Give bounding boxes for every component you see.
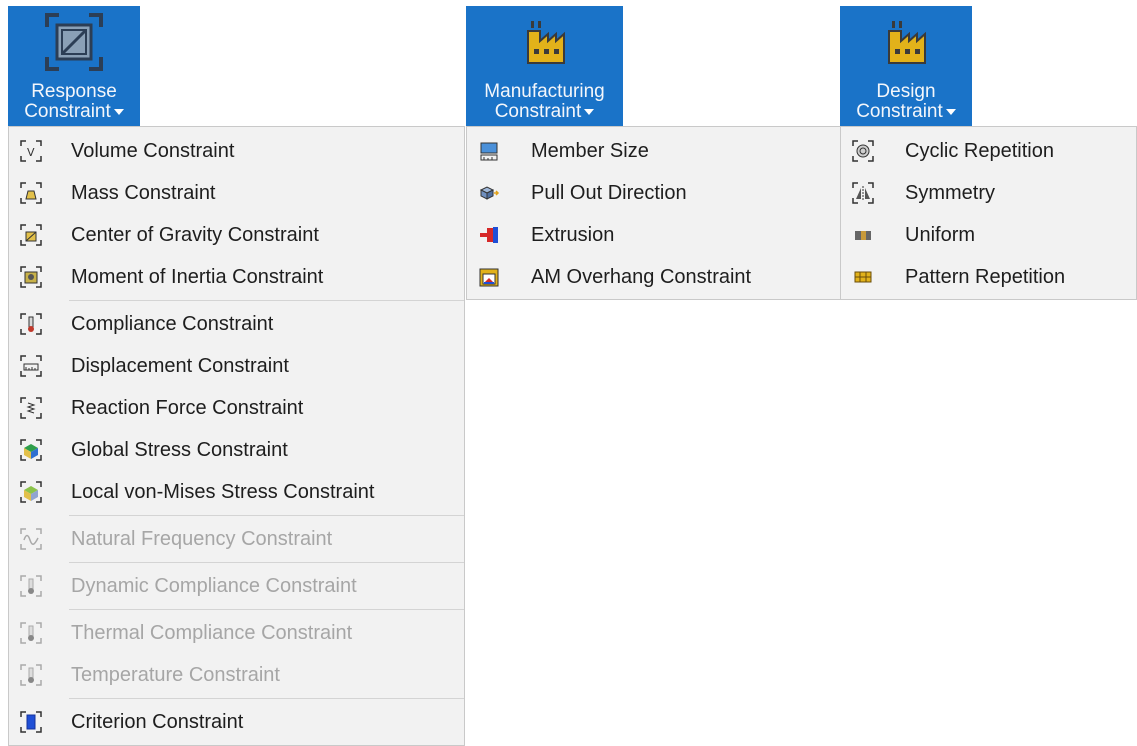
menu-item-compliance[interactable]: Compliance Constraint (9, 303, 464, 345)
manufacturing-constraint-label: Manufacturing Constraint (484, 81, 605, 122)
menu-separator (69, 609, 464, 610)
uniform-icon (851, 223, 875, 247)
manufacturing-constraint-button[interactable]: Manufacturing Constraint (466, 6, 623, 126)
menu-item-dynamic-compliance: Dynamic Compliance Constraint (9, 565, 464, 607)
center-of-gravity-icon (19, 223, 43, 247)
global-stress-icon (19, 438, 43, 462)
criterion-icon (19, 710, 43, 734)
chevron-down-icon (945, 108, 956, 115)
menu-item-mass-constraint[interactable]: Mass Constraint (9, 172, 464, 214)
menu-separator (69, 300, 464, 301)
menu-item-reaction-force[interactable]: Reaction Force Constraint (9, 387, 464, 429)
local-stress-icon (19, 480, 43, 504)
dynamic-compliance-icon (19, 574, 43, 598)
volume-icon: V (19, 139, 43, 163)
menu-item-uniform[interactable]: Uniform (841, 214, 1136, 256)
cyclic-repetition-icon (851, 139, 875, 163)
menu-item-cyclic-repetition[interactable]: Cyclic Repetition (841, 130, 1136, 172)
design-constraint-label: Design Constraint (856, 82, 956, 122)
response-constraint-label: Response Constraint (24, 82, 124, 122)
menu-item-member-size[interactable]: Member Size (467, 130, 840, 172)
temperature-icon (19, 663, 43, 687)
manufacturing-constraint-menu: Member Size Pull Out Direction Extrusion… (466, 126, 841, 300)
moment-of-inertia-icon (19, 265, 43, 289)
design-constraint-menu: Cyclic Repetition Symmetry Uniform Patte… (840, 126, 1137, 300)
menu-item-moment-of-inertia[interactable]: Moment of Inertia Constraint (9, 256, 464, 298)
menu-item-extrusion[interactable]: Extrusion (467, 214, 840, 256)
pull-out-direction-icon (477, 181, 501, 205)
menu-item-criterion[interactable]: Criterion Constraint (9, 701, 464, 743)
response-constraint-button[interactable]: Response Constraint (8, 6, 140, 126)
reaction-force-icon (19, 396, 43, 420)
symmetry-icon (851, 181, 875, 205)
menu-item-global-stress[interactable]: Global Stress Constraint (9, 429, 464, 471)
mass-icon (19, 181, 43, 205)
menu-item-pattern-repetition[interactable]: Pattern Repetition (841, 256, 1136, 298)
response-constraint-icon (42, 10, 106, 74)
pattern-repetition-icon (851, 265, 875, 289)
factory-icon (874, 10, 938, 74)
displacement-icon (19, 354, 43, 378)
am-overhang-icon (477, 265, 501, 289)
menu-item-center-of-gravity[interactable]: Center of Gravity Constraint (9, 214, 464, 256)
compliance-icon (19, 312, 43, 336)
chevron-down-icon (584, 108, 595, 115)
menu-item-local-von-mises[interactable]: Local von-Mises Stress Constraint (9, 471, 464, 513)
menu-item-symmetry[interactable]: Symmetry (841, 172, 1136, 214)
menu-item-volume-constraint[interactable]: V Volume Constraint (9, 130, 464, 172)
menu-item-natural-frequency: Natural Frequency Constraint (9, 518, 464, 560)
menu-item-pull-out-direction[interactable]: Pull Out Direction (467, 172, 840, 214)
menu-separator (69, 562, 464, 563)
thermal-compliance-icon (19, 621, 43, 645)
extrusion-icon (477, 223, 501, 247)
chevron-down-icon (113, 108, 124, 115)
menu-item-temperature: Temperature Constraint (9, 654, 464, 696)
svg-text:V: V (27, 146, 35, 159)
menu-item-am-overhang[interactable]: AM Overhang Constraint (467, 256, 840, 298)
menu-item-thermal-compliance: Thermal Compliance Constraint (9, 612, 464, 654)
member-size-icon (477, 139, 501, 163)
response-constraint-menu: V Volume Constraint Mass Constraint Cent… (8, 126, 465, 746)
menu-separator (69, 515, 464, 516)
menu-separator (69, 698, 464, 699)
factory-icon (513, 10, 577, 74)
natural-frequency-icon (19, 527, 43, 551)
design-constraint-button[interactable]: Design Constraint (840, 6, 972, 126)
menu-item-displacement[interactable]: Displacement Constraint (9, 345, 464, 387)
